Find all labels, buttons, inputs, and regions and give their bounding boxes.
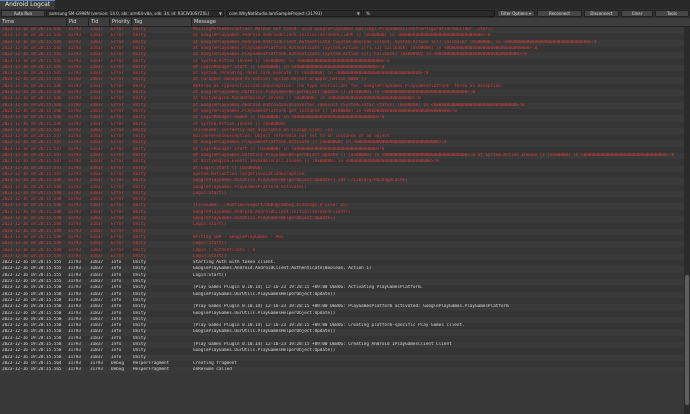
chevron-down-icon: ▼	[356, 11, 360, 16]
filter-options-button[interactable]: Filter Options ▾	[497, 10, 535, 17]
log-cell-tag: HelperFragment	[133, 367, 170, 373]
column-header-pid[interactable]: Pid	[66, 18, 88, 26]
clear-button[interactable]: Clear	[621, 10, 653, 17]
disconnect-button[interactable]: Disconnect	[584, 10, 619, 17]
device-dropdown[interactable]: samsung SM-G998N (version: 14.0, abi: ar…	[46, 10, 224, 17]
column-header-tid[interactable]: Tid	[88, 18, 109, 26]
window-title-bar: Android Logcat	[0, 0, 690, 9]
search-input[interactable]: %	[363, 10, 495, 17]
column-header-time[interactable]: Time	[0, 18, 66, 26]
log-cell-time: 2023-12-16 19:28:15.565	[2, 367, 62, 373]
tools-button[interactable]: Tools	[655, 10, 689, 17]
column-header-message[interactable]: Message	[191, 18, 684, 26]
chevron-down-icon: ▼	[218, 11, 222, 16]
chevron-down-icon: ▾	[527, 11, 531, 16]
vertical-scrollbar[interactable]	[684, 27, 690, 414]
log-list[interactable]: 2023-12-16 19:28:15.545 31793 31837 Error Un…	[0, 27, 684, 414]
log-cell-priority: Debug	[111, 367, 124, 373]
log-cell-pid: 31793	[68, 367, 81, 373]
auto-run-button[interactable]: Auto Run	[1, 10, 45, 17]
log-cell-message: onResume called	[193, 367, 232, 373]
column-header-priority[interactable]: Priority	[109, 18, 131, 26]
filter-options-label: Filter Options	[501, 11, 528, 16]
log-cell-tid: 31793	[90, 367, 103, 373]
package-dropdown[interactable]: com.WhyNotStudio.IamSampleProject (31793…	[226, 10, 362, 17]
log-column-header: Time Pid Tid Priority Tag Message	[0, 18, 690, 27]
log-row[interactable]: 2023-12-16 19:28:15.565 31793 31793 Debug He…	[0, 367, 684, 374]
package-dropdown-value: com.WhyNotStudio.IamSampleProject (31793…	[229, 11, 322, 16]
window-title-tab[interactable]: Android Logcat	[0, 0, 56, 9]
scrollbar-thumb[interactable]	[685, 275, 689, 405]
reconnect-button[interactable]: Reconnect	[537, 10, 582, 17]
column-header-tag[interactable]: Tag	[131, 18, 191, 26]
device-dropdown-value: samsung SM-G998N (version: 14.0, abi: ar…	[49, 11, 210, 16]
